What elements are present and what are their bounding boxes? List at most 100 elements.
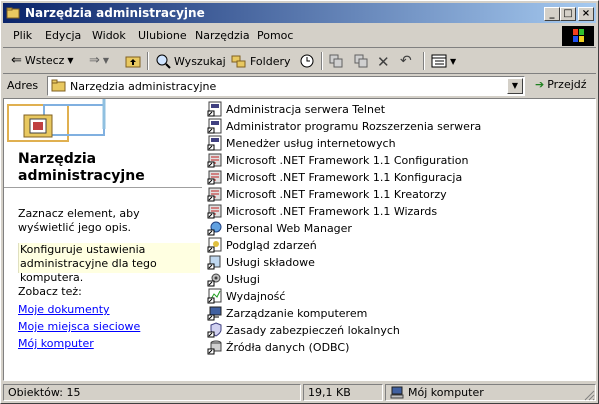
address-label: Adres	[7, 79, 39, 92]
list-item[interactable]: Zasady zabezpieczeń lokalnych	[207, 322, 400, 338]
menu-view[interactable]: Widok	[92, 29, 126, 42]
go-button[interactable]: ➔ Przejdź	[535, 78, 587, 91]
shortcut-icon	[207, 135, 222, 151]
title-bar[interactable]: Narzędzia administracyjne _ □ ×	[3, 3, 596, 23]
toolbar: ⇐ Wstecz ▼ ⇒ ▼ Wyszukaj Foldery ✕ ↶ ▼	[3, 49, 596, 74]
menu-tools[interactable]: Narzędzia	[195, 29, 250, 42]
menu-edit[interactable]: Edycja	[45, 29, 81, 42]
folder-description: Konfiguruje ustawienia administracyjne d…	[18, 243, 200, 284]
status-object-count: Obiektów: 15	[3, 384, 301, 401]
shortcut-icon	[207, 237, 222, 253]
menu-help[interactable]: Pomoc	[257, 29, 293, 42]
shortcut-icon	[207, 322, 222, 338]
windows-logo-icon	[562, 26, 594, 46]
back-label: Wstecz	[24, 54, 65, 67]
menu-favorites[interactable]: Ulubione	[138, 29, 187, 42]
status-size: 19,1 KB	[303, 384, 383, 401]
up-folder-button[interactable]	[125, 53, 141, 69]
views-icon	[431, 54, 447, 68]
search-label: Wyszukaj	[174, 54, 226, 68]
shortcut-icon	[207, 204, 222, 219]
list-item[interactable]: Microsoft .NET Framework 1.1 Konfiguracj…	[207, 169, 462, 185]
search-button[interactable]: Wyszukaj	[155, 53, 226, 69]
shortcut-icon	[207, 306, 222, 321]
menu-file[interactable]: Plik	[13, 29, 32, 42]
shortcut-icon	[207, 170, 222, 185]
shortcut-icon	[207, 273, 221, 287]
move-to-icon	[329, 54, 343, 68]
close-button[interactable]: ×	[578, 7, 594, 21]
list-item[interactable]: Podgląd zdarzeń	[207, 237, 317, 253]
search-icon	[156, 54, 171, 69]
web-view-pane: Narzędzia administracyjne Zaznacz elemen…	[4, 99, 202, 380]
status-location: Mój komputer	[385, 384, 596, 401]
list-item[interactable]: Zarządzanie komputerem	[207, 305, 367, 321]
move-to-button[interactable]	[328, 53, 344, 69]
address-value: Narzędzia administracyjne	[70, 80, 217, 93]
page-title: Narzędzia administracyjne	[18, 151, 145, 184]
up-folder-icon	[125, 56, 141, 68]
shortcut-icon	[207, 288, 222, 304]
folders-label: Foldery	[250, 54, 291, 68]
back-dropdown-icon: ▼	[67, 56, 74, 65]
list-item[interactable]: Menedżer usług internetowych	[207, 135, 396, 151]
toolbar-separator	[423, 52, 425, 70]
views-button[interactable]: ▼	[431, 53, 456, 69]
back-arrow-icon: ⇐	[11, 53, 22, 68]
window-title: Narzędzia administracyjne	[25, 6, 205, 20]
folders-icon	[231, 55, 246, 68]
undo-icon: ↶	[400, 53, 412, 69]
toolbar-separator	[147, 52, 149, 70]
undo-button[interactable]: ↶	[400, 53, 412, 69]
views-dropdown-icon: ▼	[450, 56, 457, 66]
list-item[interactable]: Źródła danych (ODBC)	[207, 339, 349, 355]
list-item[interactable]: Administracja serwera Telnet	[207, 101, 385, 117]
back-button[interactable]: ⇐ Wstecz ▼	[11, 53, 74, 68]
content-area: Narzędzia administracyjne Zaznacz elemen…	[3, 98, 596, 381]
list-item[interactable]: Usługi składowe	[207, 254, 315, 270]
admin-tools-folder-icon	[23, 114, 53, 138]
list-item[interactable]: Usługi	[207, 271, 260, 287]
folder-tools-icon	[51, 79, 66, 92]
delete-icon: ✕	[377, 53, 390, 71]
shortcut-icon	[207, 340, 222, 355]
address-bar: Adres Narzędzia administracyjne ▼ ➔ Prze…	[3, 75, 596, 97]
delete-button[interactable]: ✕	[377, 53, 390, 71]
shortcut-icon	[207, 118, 222, 134]
see-also-label: Zobacz też:	[18, 285, 82, 298]
explorer-window: Narzędzia administracyjne _ □ × Plik Edy…	[0, 0, 599, 404]
link-my-computer[interactable]: Mój komputer	[18, 337, 94, 350]
list-item[interactable]: Microsoft .NET Framework 1.1 Kreatorzy	[207, 186, 447, 202]
shortcut-icon	[207, 153, 222, 168]
selection-hint: Zaznacz element, aby wyświetlić jego opi…	[18, 207, 140, 234]
folder-tools-icon	[6, 7, 20, 19]
shortcut-icon	[207, 221, 222, 236]
menu-bar: Plik Edycja Widok Ulubione Narzędzia Pom…	[3, 25, 596, 48]
list-item[interactable]: Microsoft .NET Framework 1.1 Configurati…	[207, 152, 468, 168]
resize-grip-icon[interactable]	[583, 389, 595, 401]
maximize-button[interactable]: □	[560, 7, 576, 21]
shortcut-icon	[207, 101, 222, 117]
status-bar: Obiektów: 15 19,1 KB Mój komputer	[3, 382, 596, 402]
minimize-button[interactable]: _	[544, 7, 560, 21]
history-icon	[300, 54, 314, 68]
folders-button[interactable]: Foldery	[231, 53, 291, 69]
status-location-label: Mój komputer	[408, 386, 484, 399]
go-arrow-icon: ➔	[535, 78, 545, 91]
shortcut-icon	[207, 187, 222, 202]
toolbar-separator	[321, 52, 323, 70]
address-input[interactable]: Narzędzia administracyjne ▼	[47, 76, 525, 96]
forward-dropdown-icon: ▼	[102, 56, 110, 65]
list-item[interactable]: Wydajność	[207, 288, 285, 304]
list-item[interactable]: Personal Web Manager	[207, 220, 352, 236]
history-button[interactable]	[299, 53, 315, 69]
list-item[interactable]: Administrator programu Rozszerzenia serw…	[207, 118, 481, 134]
address-dropdown-button[interactable]: ▼	[507, 78, 523, 94]
link-my-network-places[interactable]: Moje miejsca sieciowe	[18, 320, 140, 333]
list-item[interactable]: Microsoft .NET Framework 1.1 Wizards	[207, 203, 437, 219]
forward-arrow-icon: ⇒	[89, 53, 100, 68]
go-label: Przejdź	[547, 78, 587, 91]
copy-to-button[interactable]	[353, 53, 369, 69]
link-my-documents[interactable]: Moje dokumenty	[18, 303, 110, 316]
forward-button[interactable]: ⇒ ▼	[89, 53, 109, 68]
